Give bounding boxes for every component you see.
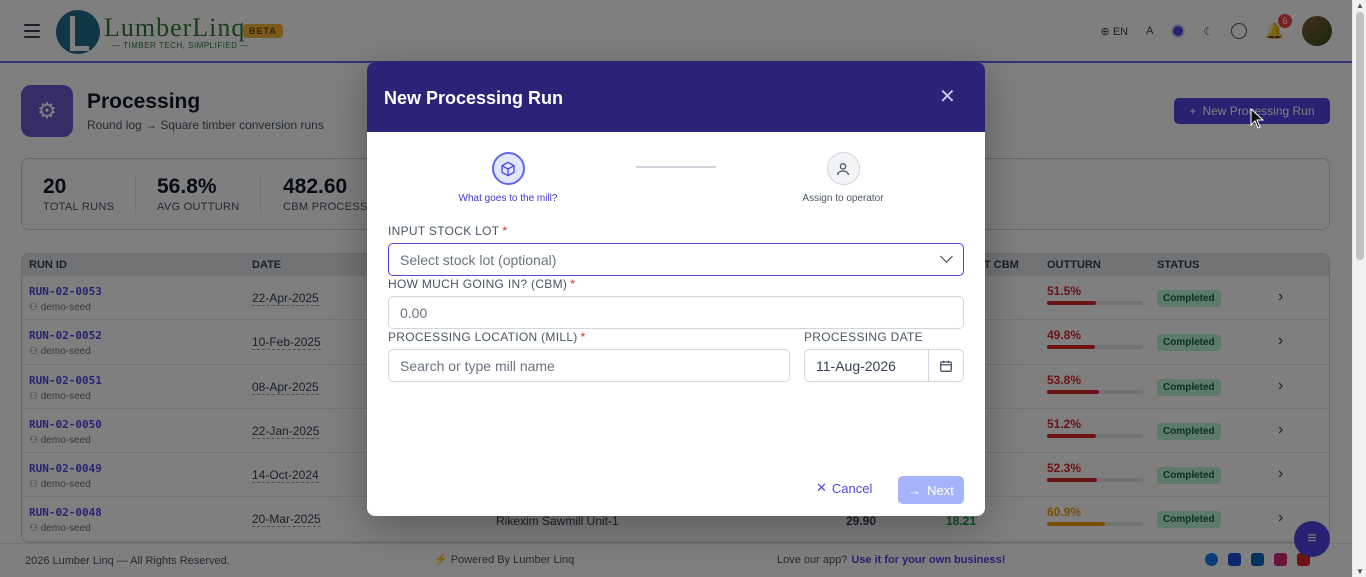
date-label: PROCESSING DATE bbox=[804, 330, 923, 344]
modal-header: New Processing Run ✕ bbox=[367, 62, 985, 132]
chevron-down-icon bbox=[940, 250, 953, 263]
next-button[interactable]: → Next bbox=[898, 476, 964, 504]
close-icon[interactable]: ✕ bbox=[939, 84, 956, 109]
date-value: 11-Aug-2026 bbox=[816, 357, 896, 374]
cancel-button[interactable]: ✕ Cancel bbox=[816, 480, 872, 496]
volume-label: HOW MUCH GOING IN? (CBM) * bbox=[388, 277, 576, 291]
step-what-goes-to-mill[interactable]: What goes to the mill? bbox=[428, 152, 588, 204]
date-field[interactable]: 11-Aug-2026 bbox=[804, 349, 964, 382]
page-scrollbar[interactable]: ▲ ▼ bbox=[1352, 0, 1366, 577]
calendar-icon[interactable] bbox=[928, 350, 963, 381]
volume-input[interactable] bbox=[400, 304, 963, 321]
step-assign-operator[interactable]: Assign to operator bbox=[763, 152, 923, 204]
location-field[interactable] bbox=[388, 349, 790, 382]
scroll-down-icon[interactable]: ▼ bbox=[1356, 567, 1364, 576]
location-label: PROCESSING LOCATION (MILL) * bbox=[388, 330, 586, 344]
arrow-right-icon: → bbox=[908, 482, 922, 498]
new-processing-run-modal: New Processing Run ✕ What goes to the mi… bbox=[367, 62, 985, 516]
stock-lot-select[interactable]: Select stock lot (optional) bbox=[388, 243, 964, 276]
volume-field[interactable] bbox=[388, 296, 964, 329]
stock-lot-label: INPUT STOCK LOT * bbox=[388, 224, 508, 238]
box-icon bbox=[491, 152, 525, 185]
stepper-connector bbox=[636, 166, 716, 168]
scroll-up-icon[interactable]: ▲ bbox=[1356, 1, 1364, 10]
user-icon bbox=[826, 152, 860, 185]
scroll-thumb[interactable] bbox=[1356, 12, 1364, 260]
close-icon: ✕ bbox=[816, 480, 827, 495]
location-input[interactable] bbox=[400, 357, 789, 374]
modal-title: New Processing Run bbox=[384, 88, 564, 108]
